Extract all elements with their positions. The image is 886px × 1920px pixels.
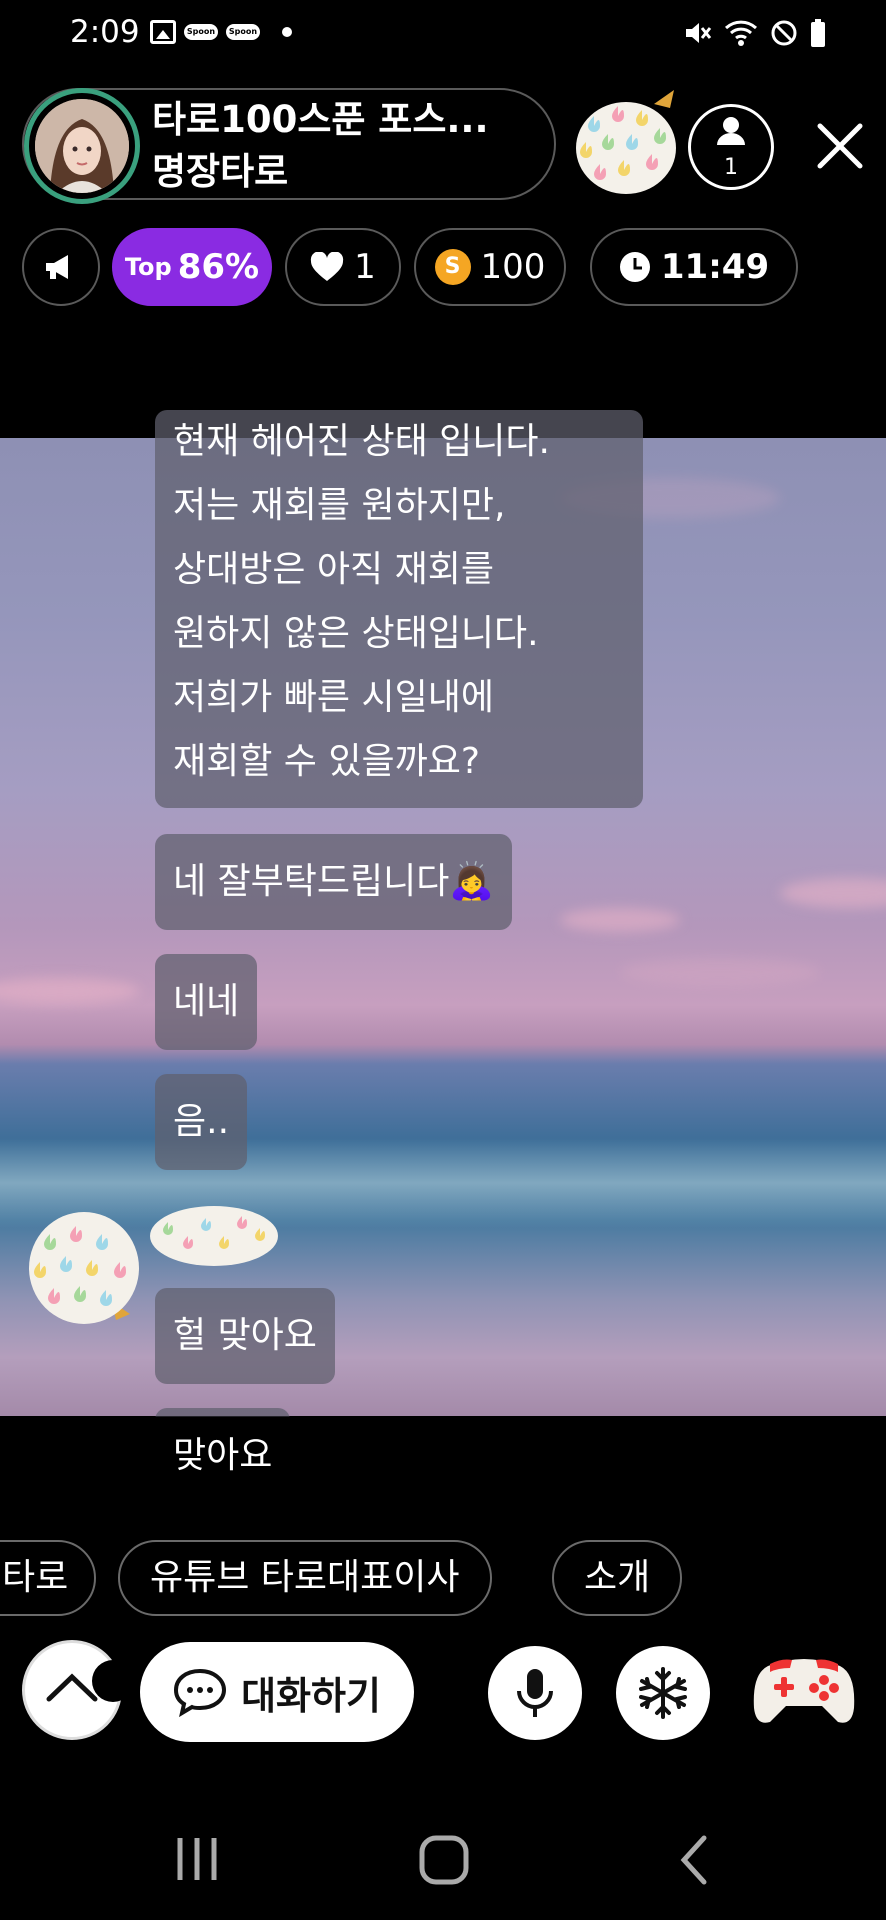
ranking-value: 86% xyxy=(177,247,260,287)
like-chip[interactable]: 1 xyxy=(285,228,401,306)
like-count: 1 xyxy=(354,247,376,287)
spoon-notification-icon: Spoon xyxy=(184,24,218,40)
do-not-disturb-icon xyxy=(771,20,797,46)
chat-message: 네 잘부탁드립니다🙇‍♀️ xyxy=(155,834,513,930)
more-notifications-dot xyxy=(282,27,292,37)
gallery-icon xyxy=(150,20,176,44)
timer-value: 11:49 xyxy=(660,247,770,287)
back-icon[interactable] xyxy=(676,1834,712,1886)
recent-apps-icon[interactable] xyxy=(172,1834,222,1884)
ranking-chip[interactable]: Top 86% xyxy=(112,228,272,306)
host-avatar-image xyxy=(35,99,129,193)
notification-dot xyxy=(92,1660,134,1702)
announcement-button[interactable] xyxy=(22,228,100,306)
notification-icons: Spoon Spoon xyxy=(150,20,292,44)
microphone-icon xyxy=(517,1669,553,1717)
microphone-button[interactable] xyxy=(488,1646,582,1740)
clock-icon xyxy=(619,252,650,282)
close-icon xyxy=(817,123,863,169)
system-navigation-bar xyxy=(0,1800,886,1920)
megaphone-icon xyxy=(46,255,68,279)
chat-message: 헐 맞아요 xyxy=(155,1288,335,1384)
status-bar: 2:09 Spoon Spoon xyxy=(0,0,886,70)
host-title-line1: 타로100스푼 포스... xyxy=(152,98,489,141)
heart-icon xyxy=(311,252,344,281)
host-title: 타로100스푼 포스... 명장타로 xyxy=(152,94,489,198)
timer-chip: 11:49 xyxy=(590,228,798,306)
sender-avatar[interactable] xyxy=(26,1210,142,1328)
wifi-icon xyxy=(724,20,758,46)
listener-count: 1 xyxy=(724,155,738,180)
spoon-chip[interactable]: S 100 xyxy=(414,228,566,306)
listener-button[interactable]: 1 xyxy=(688,104,774,190)
raindrop-sticker[interactable] xyxy=(574,86,682,198)
suggestion-chip[interactable]: 유튜브 타로대표이사 xyxy=(118,1540,492,1616)
chat-message: 맞아요 xyxy=(155,1408,291,1504)
host-avatar[interactable] xyxy=(24,88,140,204)
host-title-line2: 명장타로 xyxy=(152,150,289,193)
chat-button[interactable]: 대화하기 xyxy=(140,1642,414,1742)
chat-message: 음.. xyxy=(155,1074,248,1170)
battery-icon xyxy=(811,19,825,47)
spoon-count: 100 xyxy=(480,247,546,287)
freeze-button[interactable] xyxy=(616,1646,710,1740)
spoon-coin-icon: S xyxy=(434,249,471,285)
chat-bubble-icon xyxy=(174,1668,227,1717)
system-icons xyxy=(682,18,826,48)
sender-name-sticker xyxy=(148,1200,282,1272)
status-time: 2:09 xyxy=(70,14,140,50)
suggestion-chip[interactable]: 타로 xyxy=(0,1540,96,1616)
home-icon[interactable] xyxy=(418,1834,470,1886)
person-icon xyxy=(717,117,745,145)
mute-icon xyxy=(686,23,712,43)
suggestion-chip[interactable]: 소개 xyxy=(552,1540,683,1616)
snowflake-icon xyxy=(639,1667,687,1719)
gamepad-icon xyxy=(753,1659,855,1723)
host-profile-pill[interactable]: 타로100스푼 포스... 명장타로 xyxy=(22,88,556,204)
spoon-notification-icon: Spoon xyxy=(226,24,260,40)
chat-button-label: 대화하기 xyxy=(241,1673,381,1718)
game-button[interactable] xyxy=(752,1650,856,1730)
chat-message: 현재 헤어진 상태 입니다. 저는 재회를 원하지만, 상대방은 아직 재회를 … xyxy=(155,410,643,808)
chat-message: 네네 xyxy=(155,954,258,1050)
close-button[interactable] xyxy=(816,122,864,170)
ranking-prefix: Top xyxy=(124,253,172,281)
